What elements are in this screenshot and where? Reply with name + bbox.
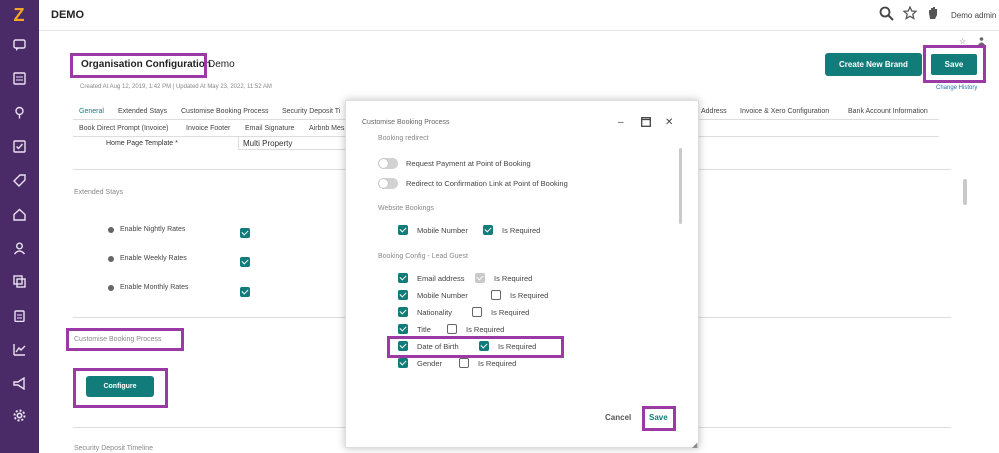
title-required-checkbox[interactable] [447,324,457,334]
mobile-required-checkbox[interactable] [483,225,493,235]
tab-invoice-xero[interactable]: Invoice & Xero Configuration [740,108,829,115]
tab-invoice-footer[interactable]: Invoice Footer [186,125,230,132]
tab-bank-account[interactable]: Bank Account Information [848,108,928,115]
info-icon [108,227,114,233]
close-icon[interactable]: ✕ [665,117,673,128]
info-icon [108,256,114,262]
modal-save-button[interactable]: Save [649,413,668,422]
list-icon[interactable] [11,70,27,86]
request-payment-label: Request Payment at Point of Booking [406,159,531,168]
website-bookings-title: Website Bookings [378,205,434,212]
page-title: Organisation Configuration [81,59,211,70]
tab-extended-stays[interactable]: Extended Stays [118,108,167,115]
redirect-confirmation-toggle[interactable] [378,178,398,189]
tab-general[interactable]: General [79,108,104,115]
dob-label: Date of Birth [417,342,459,351]
search-icon[interactable] [879,6,894,25]
tab-airbnb[interactable]: Airbnb Mes [309,125,344,132]
lead-mobile-required-checkbox[interactable] [491,290,501,300]
booking-redirect-title: Booking redirect [378,135,429,142]
modal-title: Customise Booking Process [362,119,450,126]
is-required-label: Is Required [491,308,530,317]
person-icon[interactable] [978,37,985,47]
chart-icon[interactable] [11,341,27,357]
tab-book-direct[interactable]: Book Direct Prompt (Invoice) [79,125,168,132]
tab-address[interactable]: Address [701,108,727,115]
gender-required-checkbox[interactable] [459,358,469,368]
nationality-required-checkbox[interactable] [472,307,482,317]
modal-scrollbar[interactable] [679,148,682,224]
map-pin-icon[interactable] [11,104,27,120]
user-icon[interactable] [11,240,27,256]
security-deposit-title: Security Deposit Timeline [74,445,153,452]
nationality-label: Nationality [417,308,453,317]
megaphone-icon[interactable] [11,375,27,391]
extended-stays-title: Extended Stays [74,189,124,196]
monthly-rates-label: Enable Monthly Rates [120,284,189,291]
title-checkbox[interactable] [398,324,408,334]
customise-booking-modal: Customise Booking Process – ✕ Booking re… [345,100,699,449]
app-logo[interactable]: Z [9,5,29,25]
dob-required-checkbox[interactable] [479,341,489,351]
gender-label: Gender [417,359,443,368]
maximize-icon[interactable] [641,117,651,130]
cancel-button[interactable]: Cancel [605,413,631,422]
gender-checkbox[interactable] [398,358,408,368]
chat-icon[interactable] [11,37,27,53]
info-icon [108,285,114,291]
save-button[interactable]: Save [931,54,977,75]
mobile-number-checkbox[interactable] [398,225,408,235]
page-scrollbar[interactable] [963,179,967,205]
user-menu[interactable]: Demo admin [951,11,996,20]
redirect-confirmation-label: Redirect to Confirmation Link at Point o… [406,179,568,188]
email-required-checkbox [475,273,485,283]
home-icon[interactable] [11,206,27,222]
nightly-rates-checkbox[interactable] [240,228,250,238]
check-icon[interactable] [11,138,27,154]
tab-email-signature[interactable]: Email Signature [245,125,294,132]
is-required-label: Is Required [502,226,541,235]
page-subtitle: Demo [208,59,235,70]
is-required-label: Is Required [466,325,505,334]
minimize-icon[interactable]: – [618,117,624,128]
is-required-label: Is Required [478,359,517,368]
is-required-label: Is Required [494,274,533,283]
sidebar: Z [0,0,39,453]
lead-mobile-label: Mobile Number [417,291,468,300]
email-checkbox[interactable] [398,273,408,283]
weekly-rates-checkbox[interactable] [240,257,250,267]
customise-booking-title: Customise Booking Process [74,336,162,343]
is-required-label: Is Required [498,342,537,351]
dob-checkbox[interactable] [398,341,408,351]
nationality-checkbox[interactable] [398,307,408,317]
lead-mobile-checkbox[interactable] [398,290,408,300]
configure-button[interactable]: Configure [86,376,154,397]
highlight-dob [387,336,564,358]
star-outline-icon[interactable]: ☆ [959,37,966,46]
hand-icon[interactable] [927,6,939,24]
page-meta: Created At Aug 12, 2019, 1:42 PM | Updat… [80,84,272,90]
resize-handle-icon[interactable]: ◢ [692,441,697,449]
create-brand-button[interactable]: Create New Brand [825,53,922,76]
star-icon[interactable] [902,5,918,24]
email-label: Email address [417,274,465,283]
mobile-number-label: Mobile Number [417,226,468,235]
tab-customise-booking[interactable]: Customise Booking Process [181,108,269,115]
tab-security-deposit[interactable]: Security Deposit Ti [282,108,340,115]
copy-icon[interactable] [11,273,27,289]
request-payment-toggle[interactable] [378,158,398,169]
monthly-rates-checkbox[interactable] [240,287,250,297]
is-required-label: Is Required [510,291,549,300]
lead-guest-title: Booking Config - Lead Guest [378,253,468,260]
app-title: DEMO [51,9,84,21]
nightly-rates-label: Enable Nightly Rates [120,226,186,233]
home-page-label: Home Page Template * [106,140,178,147]
change-history-link[interactable]: Change History [936,85,977,91]
clipboard-icon[interactable] [11,307,27,323]
tag-icon[interactable] [11,172,27,188]
weekly-rates-label: Enable Weekly Rates [120,255,187,262]
gear-icon[interactable] [11,407,27,423]
top-bar: DEMO Demo admin [39,0,999,31]
title-label: Title [417,325,431,334]
